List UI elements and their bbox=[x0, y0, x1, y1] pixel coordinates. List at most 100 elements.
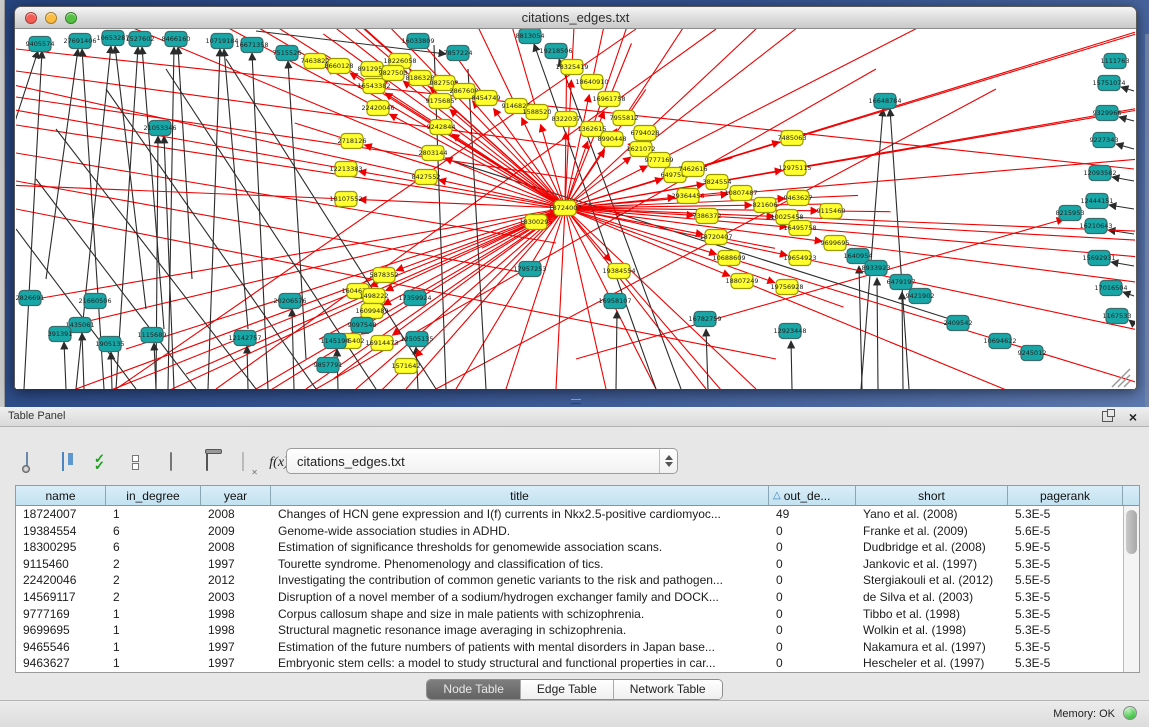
graph-node[interactable]: 1527602 bbox=[126, 32, 155, 47]
table-cell[interactable]: 2009 bbox=[201, 523, 271, 540]
graph-node[interactable]: 16210643 bbox=[1079, 219, 1112, 234]
table-cell[interactable]: 0 bbox=[769, 639, 856, 656]
table-cell[interactable]: 1997 bbox=[201, 655, 271, 672]
table-cell[interactable]: 2 bbox=[106, 556, 201, 573]
table-cell[interactable]: Tibbo et al. (1998) bbox=[856, 606, 1008, 623]
table-cell[interactable]: 2003 bbox=[201, 589, 271, 606]
network-canvas[interactable]: 1872400774638228660128891295418226058982… bbox=[16, 29, 1135, 389]
column-header-pagerank[interactable]: pagerank bbox=[1008, 486, 1123, 505]
network-window-titlebar[interactable]: citations_edges.txt bbox=[15, 7, 1136, 29]
table-cell[interactable]: 19384554 bbox=[16, 523, 106, 540]
table-cell[interactable]: 5.6E-5 bbox=[1008, 523, 1123, 540]
table-row[interactable]: 977716911998Corpus callosum shape and si… bbox=[16, 606, 1123, 623]
graph-node[interactable]: 9245012 bbox=[1018, 346, 1047, 361]
graph-node[interactable]: 10807487 bbox=[724, 186, 757, 201]
tab-edge-table[interactable]: Edge Table bbox=[521, 680, 614, 699]
table-mode-button[interactable] bbox=[14, 449, 40, 475]
graph-node[interactable]: 1588520 bbox=[523, 105, 552, 120]
table-cell[interactable]: Estimation of the future numbers of pati… bbox=[271, 639, 769, 656]
table-cell[interactable]: Wolkin et al. (1998) bbox=[856, 622, 1008, 639]
table-cell[interactable]: 6 bbox=[106, 523, 201, 540]
graph-node[interactable]: 1571642 bbox=[392, 359, 421, 374]
table-cell[interactable]: 18300295 bbox=[16, 539, 106, 556]
citation-edge-red[interactable] bbox=[624, 29, 980, 118]
citation-edge-black[interactable] bbox=[1111, 262, 1134, 266]
citation-edge-black[interactable] bbox=[82, 333, 84, 389]
table-cell[interactable]: Investigating the contribution of common… bbox=[271, 572, 769, 589]
graph-node[interactable]: 22420046 bbox=[361, 101, 394, 116]
graph-node[interactable]: 6794028 bbox=[631, 126, 660, 141]
table-cell[interactable]: 2008 bbox=[201, 539, 271, 556]
graph-node[interactable]: 2409542 bbox=[944, 316, 973, 331]
panel-splitter-handle[interactable] bbox=[571, 399, 581, 404]
table-cell[interactable]: Tourette syndrome. Phenomenology and cla… bbox=[271, 556, 769, 573]
table-cell[interactable]: 2 bbox=[106, 572, 201, 589]
graph-node[interactable]: 8466160 bbox=[162, 32, 191, 47]
table-cell[interactable]: 14569117 bbox=[16, 589, 106, 606]
table-cell[interactable]: 1 bbox=[106, 655, 201, 672]
tab-network-table[interactable]: Network Table bbox=[614, 680, 722, 699]
citation-edge-red[interactable] bbox=[452, 134, 565, 208]
graph-node[interactable]: 21660506 bbox=[78, 294, 111, 309]
citation-network-graph[interactable]: 1872400774638228660128891295418226058982… bbox=[16, 29, 1135, 389]
graph-node[interactable]: 8660128 bbox=[325, 59, 354, 74]
graph-node[interactable]: 1115689 bbox=[138, 328, 167, 343]
close-panel-icon[interactable]: × bbox=[1129, 408, 1137, 426]
table-row[interactable]: 1938455462009Genome-wide association stu… bbox=[16, 523, 1123, 540]
column-header-title[interactable]: title bbox=[271, 486, 769, 505]
table-cell[interactable]: Franke et al. (2009) bbox=[856, 523, 1008, 540]
graph-node[interactable]: 8454749 bbox=[472, 91, 501, 106]
float-panel-icon[interactable] bbox=[1102, 411, 1113, 422]
graph-node[interactable]: 9699695 bbox=[821, 236, 850, 251]
table-cell[interactable]: 2008 bbox=[201, 506, 271, 523]
table-cell[interactable]: 5.3E-5 bbox=[1008, 556, 1123, 573]
graph-node[interactable]: 7485063 bbox=[778, 131, 807, 146]
table-cell[interactable]: 9699695 bbox=[16, 622, 106, 639]
graph-node[interactable]: 9463627 bbox=[784, 191, 813, 206]
table-cell[interactable]: 5.3E-5 bbox=[1008, 639, 1123, 656]
graph-node[interactable]: 1111763 bbox=[1101, 54, 1130, 69]
table-cell[interactable]: de Silva et al. (2003) bbox=[856, 589, 1008, 606]
graph-node[interactable]: 9227343 bbox=[1090, 133, 1119, 148]
citation-edge-red[interactable] bbox=[16, 366, 406, 389]
table-cell[interactable]: Changes of HCN gene expression and I(f) … bbox=[271, 506, 769, 523]
table-cell[interactable]: 1 bbox=[106, 606, 201, 623]
scrollbar-thumb[interactable] bbox=[1126, 510, 1137, 554]
delete-column-button[interactable] bbox=[194, 449, 220, 475]
citation-edge-black[interactable] bbox=[902, 292, 903, 389]
graph-node[interactable]: 17016504 bbox=[1094, 281, 1127, 296]
graph-node[interactable]: 3824554 bbox=[703, 175, 732, 190]
table-cell[interactable]: Yano et al. (2008) bbox=[856, 506, 1008, 523]
graph-node[interactable]: 19218506 bbox=[539, 44, 572, 59]
table-cell[interactable]: 5.9E-5 bbox=[1008, 539, 1123, 556]
graph-node[interactable]: 29364456 bbox=[671, 189, 704, 204]
column-header-short[interactable]: short bbox=[856, 486, 1008, 505]
table-cell[interactable]: 1997 bbox=[201, 556, 271, 573]
citation-edge-red[interactable] bbox=[792, 29, 1135, 138]
graph-node[interactable]: 1145194 bbox=[321, 334, 350, 349]
citation-edge-black[interactable] bbox=[1121, 87, 1134, 91]
citation-edge-black[interactable] bbox=[64, 342, 66, 389]
citation-edge-black[interactable] bbox=[1112, 177, 1134, 181]
network-view-window[interactable]: citations_edges.txt 18724007746382286601… bbox=[14, 6, 1137, 389]
graph-node[interactable]: 19384554 bbox=[602, 264, 635, 279]
table-cell[interactable]: 5.3E-5 bbox=[1008, 589, 1123, 606]
graph-node[interactable]: 9777169 bbox=[645, 153, 674, 168]
table-cell[interactable]: Genome-wide association studies in ADHD. bbox=[271, 523, 769, 540]
graph-node[interactable]: 8322037 bbox=[552, 112, 581, 127]
citation-edge-red[interactable] bbox=[556, 208, 565, 389]
citation-edge-black[interactable] bbox=[616, 311, 617, 389]
table-cell[interactable]: 5.5E-5 bbox=[1008, 572, 1123, 589]
table-cell[interactable]: 5.3E-5 bbox=[1008, 506, 1123, 523]
graph-node[interactable]: 15751074 bbox=[1092, 76, 1125, 91]
graph-node[interactable]: 16033809 bbox=[401, 34, 434, 49]
graph-node[interactable]: 5878352 bbox=[370, 268, 399, 283]
graph-node[interactable]: 19756928 bbox=[770, 280, 803, 295]
graph-node[interactable]: 9405574 bbox=[26, 37, 55, 52]
table-cell[interactable]: 5.3E-5 bbox=[1008, 606, 1123, 623]
citation-edge-black[interactable] bbox=[1123, 292, 1134, 296]
table-cell[interactable]: 9465546 bbox=[16, 639, 106, 656]
table-cell[interactable]: 0 bbox=[769, 622, 856, 639]
citation-edge-black[interactable] bbox=[288, 61, 306, 359]
citation-edge-black[interactable] bbox=[877, 278, 878, 389]
